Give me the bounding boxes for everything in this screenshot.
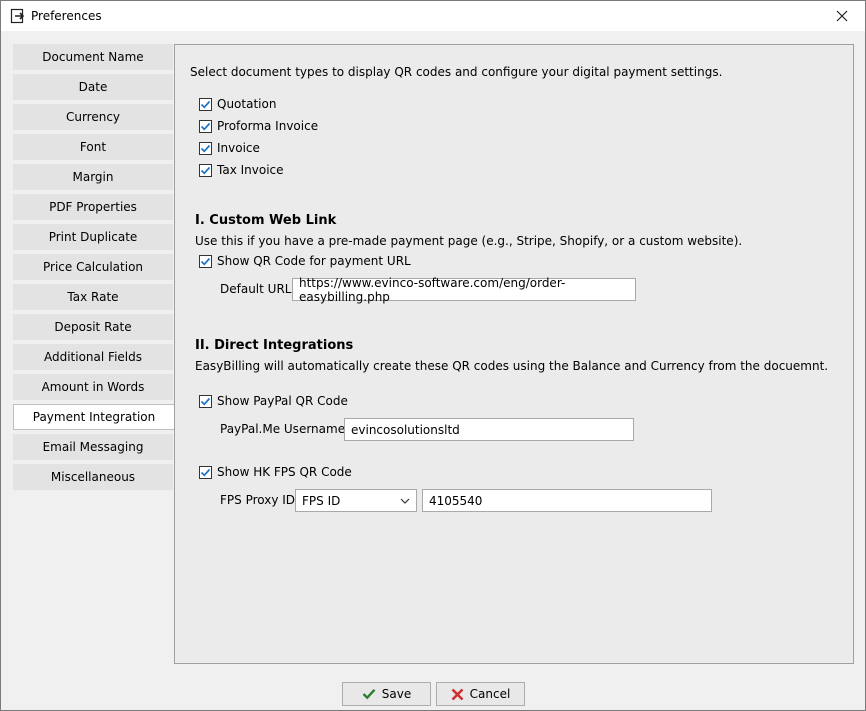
sidebar-item-label: Document Name [42, 50, 144, 64]
show-fps-checkbox[interactable] [199, 465, 212, 479]
invoice-label: Invoice [217, 141, 260, 155]
sidebar-item-label: Email Messaging [42, 440, 144, 454]
cancel-label: Cancel [469, 687, 511, 701]
check-icon [200, 122, 211, 131]
window-title: Preferences [31, 9, 102, 23]
sidebar-item-pdf-properties[interactable]: PDF Properties [13, 194, 173, 220]
check-icon [200, 468, 211, 477]
chevron-down-icon [400, 498, 410, 504]
tax-invoice-checkbox[interactable] [199, 163, 212, 177]
proforma-invoice-checkbox[interactable] [199, 119, 212, 133]
default-url-label: Default URL [220, 282, 292, 296]
cancel-x-icon [451, 688, 464, 701]
sidebar-item-print-duplicate[interactable]: Print Duplicate [13, 224, 173, 250]
sidebar-item-label: Payment Integration [32, 410, 156, 424]
sidebar-item-document-name[interactable]: Document Name [13, 44, 173, 70]
sidebar-item-font[interactable]: Font [13, 134, 173, 160]
sidebar-item-label: PDF Properties [49, 200, 137, 214]
sidebar-item-tax-rate[interactable]: Tax Rate [13, 284, 173, 310]
sidebar-item-miscellaneous[interactable]: Miscellaneous [13, 464, 173, 490]
check-icon [200, 257, 211, 266]
sidebar-item-amount-in-words[interactable]: Amount in Words [13, 374, 173, 400]
fps-proxy-id-input[interactable]: 4105540 [422, 489, 712, 512]
sidebar-item-label: Price Calculation [42, 260, 144, 274]
sidebar-item-date[interactable]: Date [13, 74, 173, 100]
sidebar-item-label: Print Duplicate [48, 230, 138, 244]
proforma-invoice-checkbox-row[interactable]: Proforma Invoice [199, 119, 318, 133]
invoice-checkbox[interactable] [199, 141, 212, 155]
show-fps-checkbox-row[interactable]: Show HK FPS QR Code [199, 465, 352, 479]
default-url-input[interactable]: https://www.evinco-software.com/eng/orde… [292, 276, 636, 304]
app-icon [10, 8, 26, 24]
check-icon [200, 144, 211, 153]
sidebar-item-label: Tax Rate [67, 290, 119, 304]
preferences-window: Preferences Document Name Date Currency … [0, 0, 866, 711]
cancel-button[interactable]: Cancel [436, 682, 525, 706]
tax-invoice-checkbox-row[interactable]: Tax Invoice [199, 163, 284, 177]
show-fps-label: Show HK FPS QR Code [217, 465, 352, 479]
direct-integrations-title: II. Direct Integrations [195, 338, 354, 353]
sidebar-item-label: Date [78, 80, 108, 94]
close-icon [836, 10, 848, 22]
sidebar-item-label: Currency [65, 110, 121, 124]
sidebar-item-additional-fields[interactable]: Additional Fields [13, 344, 173, 370]
sidebar-item-email-messaging[interactable]: Email Messaging [13, 434, 173, 460]
sidebar-item-currency[interactable]: Currency [13, 104, 173, 130]
sidebar-item-label: Miscellaneous [50, 470, 136, 484]
show-paypal-checkbox-row[interactable]: Show PayPal QR Code [199, 394, 348, 408]
check-icon [200, 397, 211, 406]
sidebar: Document Name Date Currency Font Margin … [13, 44, 174, 494]
title-bar[interactable]: Preferences [1, 1, 865, 31]
sidebar-item-label: Deposit Rate [54, 320, 132, 334]
settings-panel: Select document types to display QR code… [174, 44, 854, 664]
sidebar-item-margin[interactable]: Margin [13, 164, 173, 190]
sidebar-item-deposit-rate[interactable]: Deposit Rate [13, 314, 173, 340]
fps-proxy-id-label: FPS Proxy ID [220, 493, 296, 507]
invoice-checkbox-row[interactable]: Invoice [199, 141, 260, 155]
quotation-checkbox[interactable] [199, 97, 212, 111]
sidebar-item-label: Amount in Words [41, 380, 145, 394]
show-url-qr-label: Show QR Code for payment URL [217, 254, 411, 268]
save-label: Save [381, 687, 412, 701]
quotation-checkbox-row[interactable]: Quotation [199, 97, 276, 111]
proforma-invoice-label: Proforma Invoice [217, 119, 319, 133]
custom-link-title: I. Custom Web Link [195, 213, 337, 228]
show-paypal-checkbox[interactable] [199, 394, 212, 408]
checkmark-icon [362, 688, 376, 700]
fps-proxy-type-select[interactable]: FPS ID [295, 489, 417, 512]
check-icon [200, 100, 211, 109]
check-icon [200, 166, 211, 175]
quotation-label: Quotation [217, 97, 277, 111]
intro-text: Select document types to display QR code… [190, 65, 723, 79]
sidebar-item-payment-integration[interactable]: Payment Integration [13, 404, 174, 430]
paypal-username-label: PayPal.Me Username [220, 422, 346, 436]
show-url-qr-checkbox-row[interactable]: Show QR Code for payment URL [199, 254, 411, 268]
fps-proxy-type-value: FPS ID [302, 493, 341, 508]
close-button[interactable] [819, 1, 865, 31]
show-url-qr-checkbox[interactable] [199, 254, 212, 268]
sidebar-item-label: Additional Fields [43, 350, 142, 364]
paypal-username-input[interactable]: evincosolutionsltd [344, 418, 634, 441]
save-button[interactable]: Save [342, 682, 431, 706]
direct-integrations-description: EasyBilling will automatically create th… [195, 359, 829, 373]
show-paypal-label: Show PayPal QR Code [217, 394, 348, 408]
sidebar-item-price-calculation[interactable]: Price Calculation [13, 254, 173, 280]
tax-invoice-label: Tax Invoice [217, 163, 284, 177]
sidebar-item-label: Margin [72, 170, 114, 184]
custom-link-description: Use this if you have a pre-made payment … [195, 234, 743, 248]
sidebar-item-label: Font [79, 140, 107, 154]
